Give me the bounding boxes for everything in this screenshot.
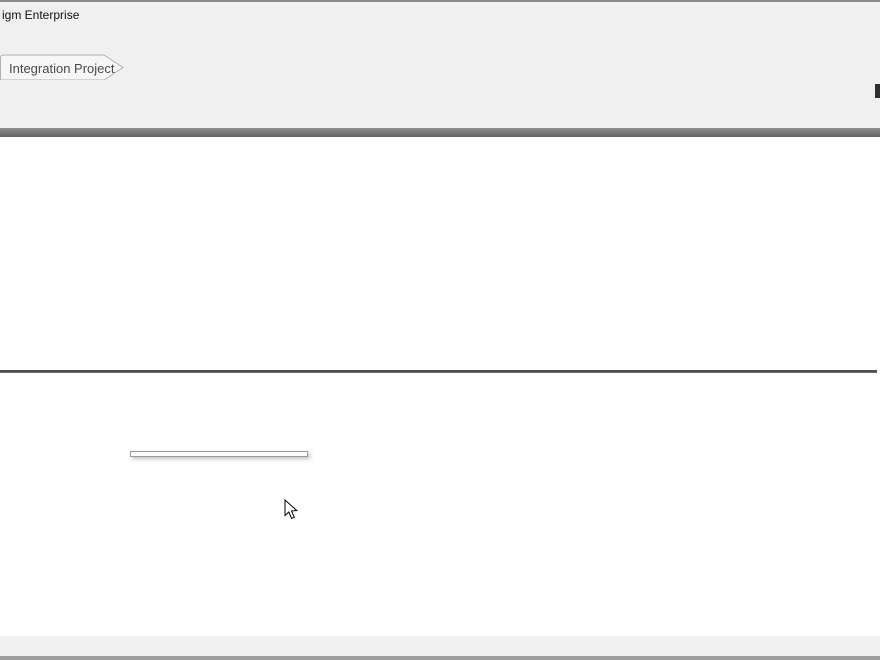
title-bar: igm Enterprise bbox=[0, 2, 880, 28]
menu-bar bbox=[0, 28, 880, 52]
toolbar-row-2 bbox=[0, 104, 880, 128]
breadcrumb-label: Integration Project bbox=[9, 61, 115, 76]
window-bottom-edge bbox=[0, 656, 880, 660]
toolbar-row-1 bbox=[0, 80, 880, 104]
splitter-bar[interactable] bbox=[0, 128, 880, 137]
table-header-row bbox=[0, 370, 877, 372]
extraction-table bbox=[0, 370, 877, 373]
status-bar bbox=[0, 636, 880, 656]
breadcrumb-bar: Integration Project bbox=[0, 52, 880, 80]
mouse-cursor bbox=[284, 499, 300, 526]
clipped-toolbar-icon[interactable] bbox=[875, 84, 880, 98]
window-title: igm Enterprise bbox=[2, 8, 79, 22]
context-menu bbox=[130, 451, 308, 457]
